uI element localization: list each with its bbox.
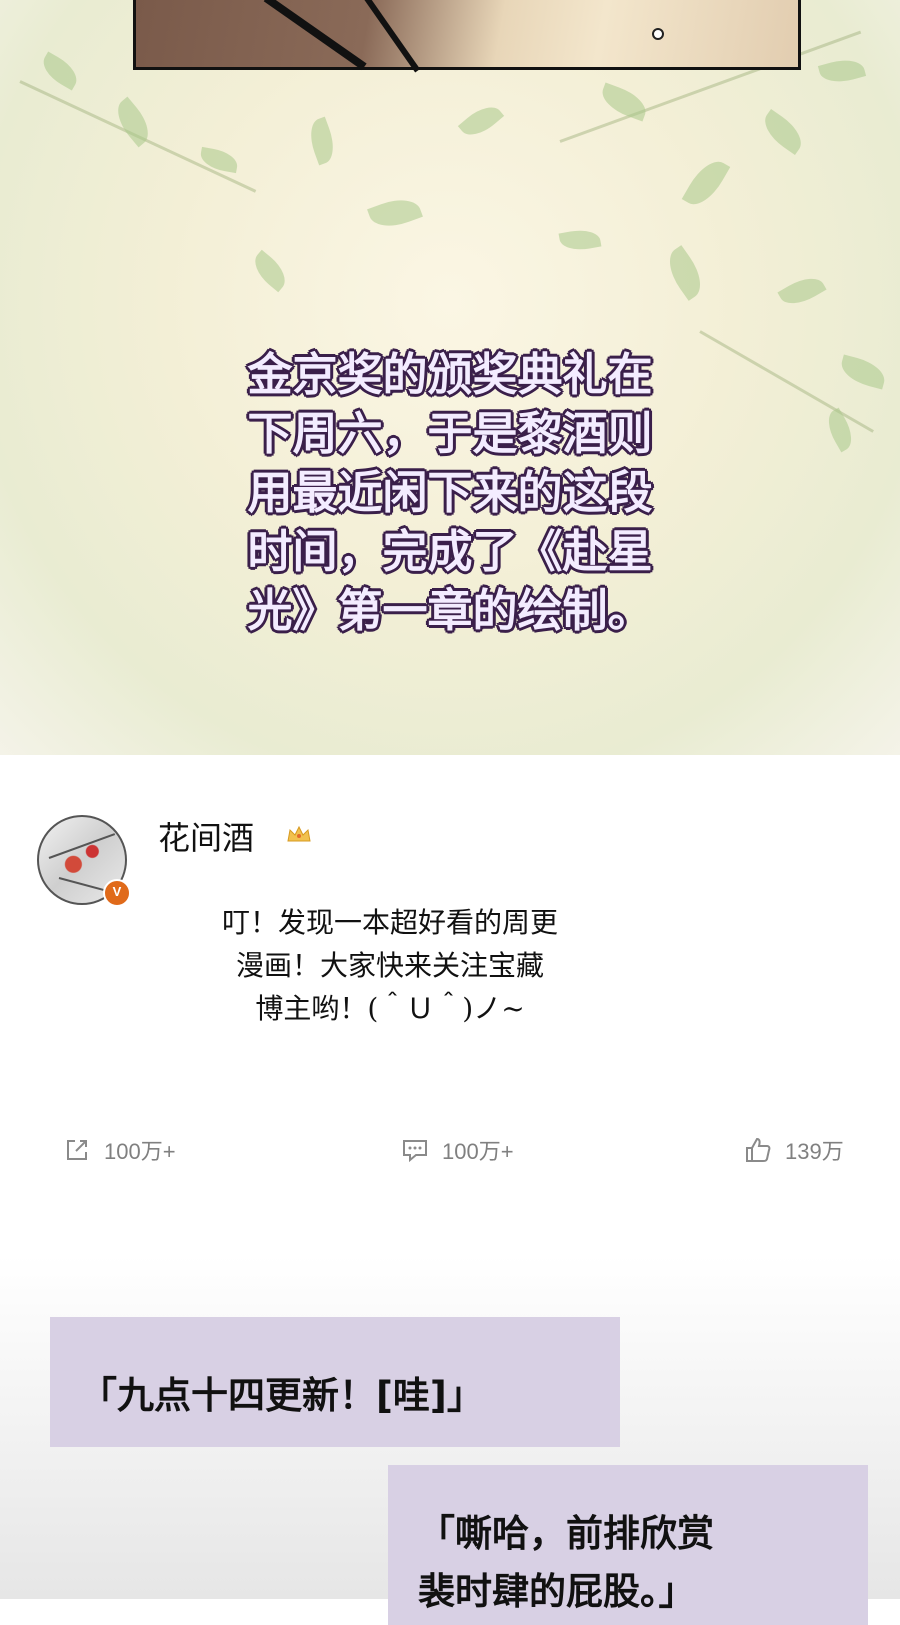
crown-icon — [287, 825, 311, 842]
like-button[interactable]: 139万 — [743, 1130, 844, 1170]
leaf-decoration — [367, 192, 423, 234]
branch-decoration — [699, 330, 874, 433]
post-body: 叮！发现一本超好看的周更 漫画！大家快来关注宝藏 博主哟！(＾Ｕ＾)ノ~ — [160, 901, 620, 1030]
chat-bubble: 「嘶哈，前排欣赏 裴时肆的屁股。」 — [388, 1465, 868, 1625]
narration-text: 金京奖的颁奖典礼在 下周六，于是黎酒则 用最近闲下来的这段 时间，完成了《赴星 … — [200, 345, 700, 640]
frame-diagonal-line — [363, 0, 421, 73]
narration-line: 用最近闲下来的这段 — [247, 466, 653, 519]
like-count: 139万 — [785, 1139, 844, 1164]
leaf-decoration — [304, 116, 340, 166]
comic-frame-top — [133, 0, 801, 73]
narration-line: 金京奖的颁奖典礼在 — [247, 348, 653, 401]
chat-area: 「九点十四更新！[哇]」 「嘶哈，前排欣赏 裴时肆的屁股。」 — [0, 1255, 900, 1625]
leaf-decoration — [681, 153, 731, 213]
chat-bubble: 「九点十四更新！[哇]」 — [50, 1317, 620, 1447]
post-body-line: 叮！发现一本超好看的周更 — [221, 906, 558, 939]
post-body-line: 博主哟！(＾Ｕ＾)ノ~ — [255, 992, 525, 1025]
social-post: V 花间酒 叮！发现一本超好看的周更 漫画！大家快来关注宝藏 博主哟！(＾Ｕ＾)… — [0, 755, 900, 1255]
narration-line: 下周六，于是黎酒则 — [247, 407, 653, 460]
username[interactable]: 花间酒 — [158, 813, 254, 859]
leaf-decoration — [457, 99, 505, 143]
thumbs-up-icon — [746, 1137, 771, 1162]
white-dot — [652, 28, 664, 40]
leaf-decoration — [821, 407, 859, 453]
avatar-branch — [58, 877, 108, 892]
leaf-decoration — [558, 226, 602, 254]
chat-bubble-text: 裴时肆的屁股。」 — [418, 1570, 696, 1613]
leaf-decoration — [37, 51, 83, 91]
leaf-decoration — [247, 249, 293, 293]
share-icon — [67, 1140, 87, 1160]
comic-panel-background: 金京奖的颁奖典礼在 下周六，于是黎酒则 用最近闲下来的这段 时间，完成了《赴星 … — [0, 0, 900, 755]
narration-line: 时间，完成了《赴星 — [247, 525, 653, 578]
verified-badge: V — [103, 879, 131, 907]
leaf-decoration — [757, 108, 809, 156]
leaf-decoration — [777, 270, 827, 312]
leaf-decoration — [660, 245, 710, 301]
comment-icon — [403, 1140, 427, 1163]
leaf-decoration — [837, 354, 889, 390]
comment-button[interactable]: 100万+ — [400, 1130, 514, 1170]
leaf-decoration — [817, 54, 867, 88]
chat-bubble-text: 「嘶哈，前排欣赏 — [418, 1512, 714, 1555]
avatar-branch — [48, 833, 116, 859]
comment-count: 100万+ — [442, 1139, 514, 1164]
share-button[interactable]: 100万+ — [62, 1130, 176, 1170]
chat-bubble-text: 「九点十四更新！[哇]」 — [80, 1374, 484, 1417]
frame-diagonal-line — [263, 0, 367, 71]
post-body-line: 漫画！大家快来关注宝藏 — [235, 949, 544, 982]
share-count: 100万+ — [104, 1139, 176, 1164]
narration-line: 光》第一章的绘制。 — [247, 584, 653, 637]
